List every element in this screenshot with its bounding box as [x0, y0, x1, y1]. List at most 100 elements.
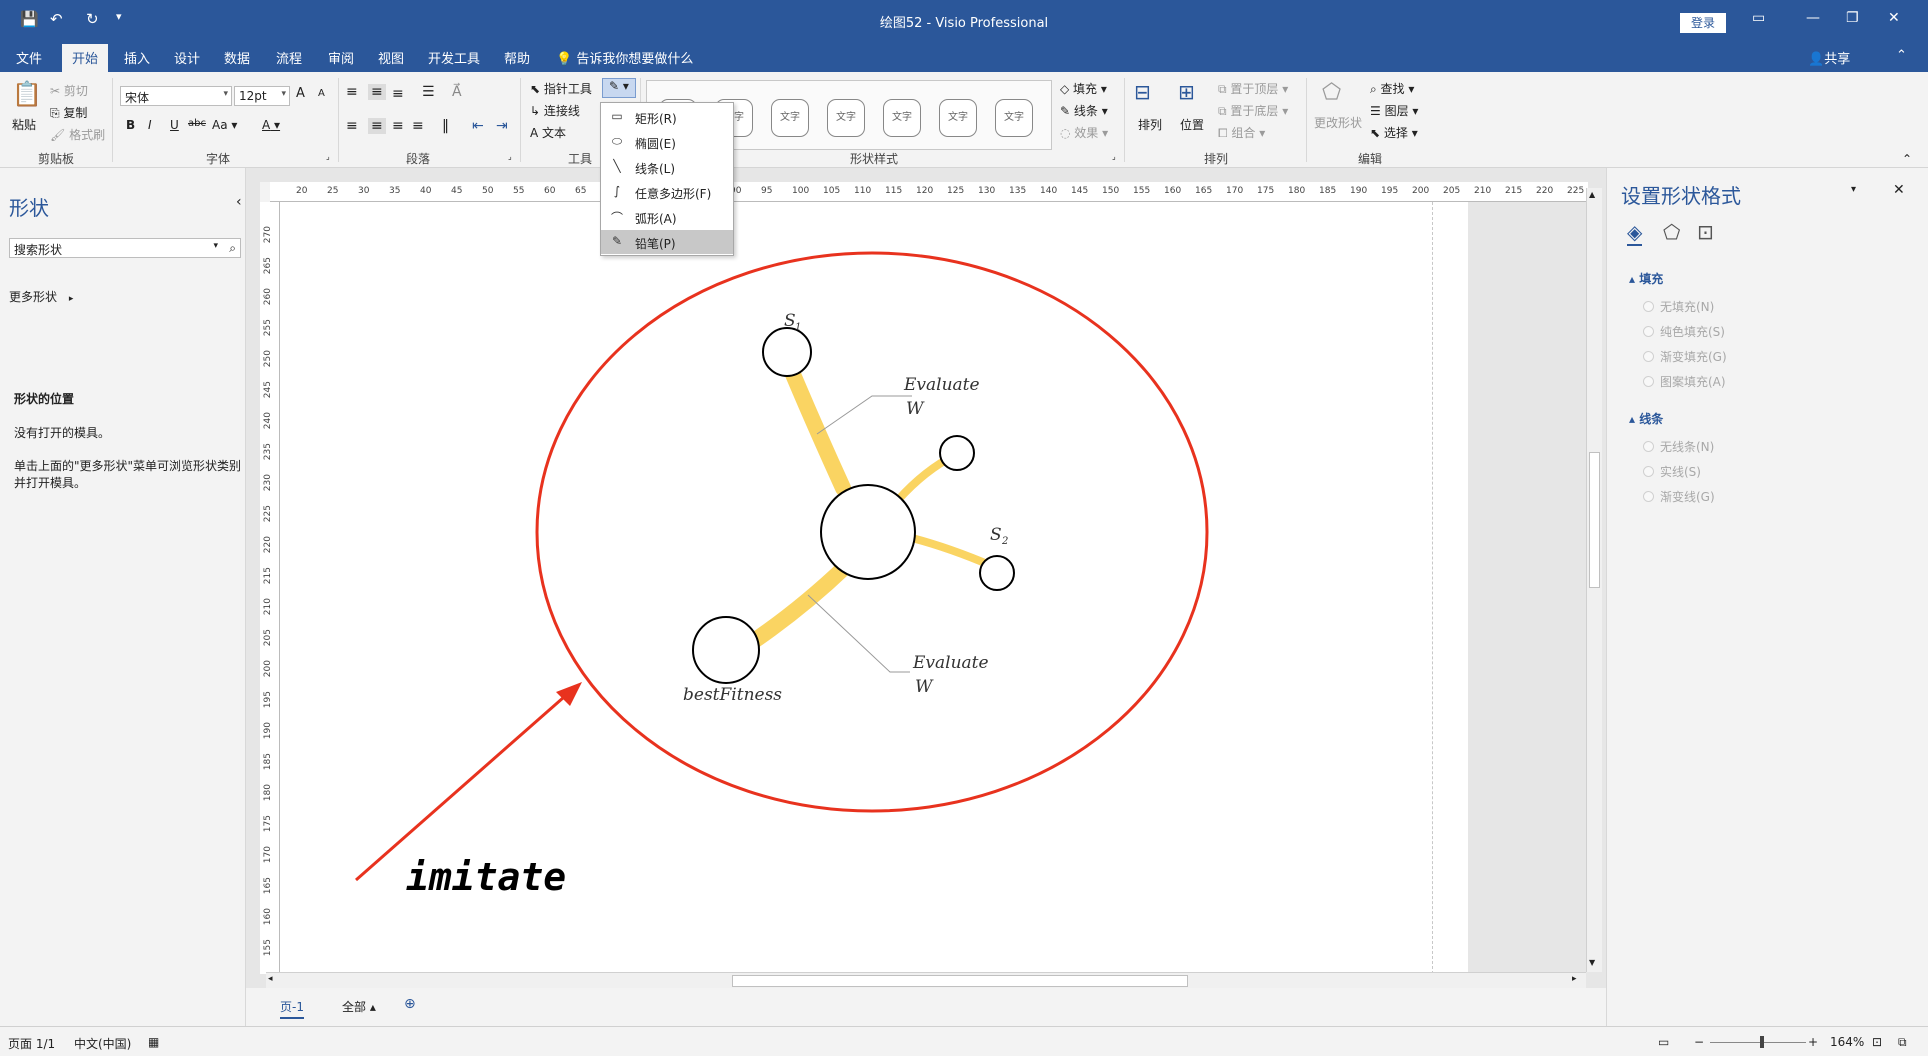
scroll-down-icon[interactable]: ▼ — [1589, 958, 1595, 967]
effects-button[interactable]: ◌ 效果 ▾ — [1060, 124, 1108, 141]
tab-file[interactable]: 文件 — [16, 48, 42, 67]
scroll-up-icon[interactable]: ▲ — [1589, 190, 1595, 199]
align-right-icon[interactable]: ≡ — [392, 118, 404, 134]
no-line-option[interactable]: 无线条(N) — [1643, 438, 1714, 455]
vertical-scroll-thumb[interactable] — [1589, 452, 1600, 588]
solid-fill-option[interactable]: 纯色填充(S) — [1643, 323, 1725, 340]
style-thumb[interactable]: 文字 — [995, 99, 1033, 137]
group-button[interactable]: ⧠ 组合 ▾ — [1218, 124, 1265, 141]
more-shapes-menu[interactable]: 更多形状 ▸ — [9, 288, 73, 305]
dialog-launcher-icon[interactable]: ⌟ — [508, 152, 512, 161]
fit-page-icon[interactable]: ⊡ — [1872, 1035, 1882, 1049]
style-thumb[interactable]: 文字 — [939, 99, 977, 137]
solid-line-option[interactable]: 实线(S) — [1643, 463, 1701, 480]
search-icon[interactable]: ⌕ — [229, 241, 236, 256]
select-button[interactable]: ⬉ 选择 ▾ — [1370, 124, 1418, 141]
align-middle-icon[interactable]: ≡ — [368, 84, 386, 100]
presentation-mode-icon[interactable]: ▭ — [1658, 1035, 1669, 1049]
text-direction-icon[interactable]: A⃗ — [452, 84, 462, 100]
layers-button[interactable]: ☰ 图层 ▾ — [1370, 102, 1418, 119]
fill-button[interactable]: ◇ 填充 ▾ — [1060, 80, 1107, 97]
find-button[interactable]: ⌕ 查找 ▾ — [1370, 80, 1414, 97]
grow-font-button[interactable]: A — [296, 86, 305, 101]
tab-review[interactable]: 审阅 — [328, 48, 354, 67]
spacing-icon[interactable]: ‖ — [442, 118, 449, 134]
zoom-slider[interactable] — [1710, 1042, 1806, 1043]
scroll-right-icon[interactable]: ▸ — [1572, 974, 1577, 984]
format-painter-button[interactable]: 🖌 格式刷 — [50, 126, 105, 143]
size-properties-icon[interactable]: ⊡ — [1697, 220, 1714, 244]
menu-item-arc[interactable]: ⌒ 弧形(A) — [601, 205, 733, 229]
gradient-fill-option[interactable]: 渐变填充(G) — [1643, 348, 1727, 365]
menu-item-ellipse[interactable]: ⬭ 椭圆(E) — [601, 130, 733, 154]
macro-icon[interactable]: ▦ — [148, 1035, 159, 1049]
italic-button[interactable]: I — [148, 118, 152, 132]
tab-view[interactable]: 视图 — [378, 48, 404, 67]
change-shape-button[interactable]: 更改形状 — [1314, 114, 1362, 131]
page-tab-1[interactable]: 页-1 — [280, 998, 304, 1019]
pointer-tool-button[interactable]: ⬉ 指针工具 — [530, 80, 592, 97]
style-thumb[interactable]: 文字 — [883, 99, 921, 137]
tell-me-search[interactable]: 💡 告诉我你想要做什么 — [556, 48, 693, 67]
menu-item-line[interactable]: ╲ 线条(L) — [601, 155, 733, 179]
align-bottom-icon[interactable]: ≡ — [392, 86, 404, 102]
add-page-icon[interactable]: ⊕ — [404, 996, 416, 1012]
restore-icon[interactable]: ❐ — [1846, 10, 1859, 26]
tab-help[interactable]: 帮助 — [504, 48, 530, 67]
collapse-ribbon-icon[interactable]: ⌃ — [1902, 152, 1912, 166]
zoom-level[interactable]: 164% — [1830, 1035, 1864, 1049]
share-button[interactable]: 👤共享 — [1808, 48, 1850, 67]
language-indicator[interactable]: 中文(中国) — [74, 1035, 131, 1052]
change-shape-icon[interactable]: ⬠ — [1322, 80, 1341, 105]
close-icon[interactable]: ✕ — [1888, 10, 1900, 26]
copy-button[interactable]: ⎘ 复制 — [50, 104, 87, 121]
horizontal-scroll-thumb[interactable] — [732, 975, 1188, 987]
connector-button[interactable]: ↳ 连接线 — [530, 102, 580, 119]
tab-developer[interactable]: 开发工具 — [428, 48, 480, 67]
page-indicator[interactable]: 页面 1/1 — [8, 1035, 55, 1052]
font-color-button[interactable]: A ▾ — [262, 118, 280, 132]
align-top-icon[interactable]: ≡ — [346, 84, 358, 100]
drawing-page[interactable] — [280, 202, 1468, 974]
login-button[interactable]: 登录 — [1680, 13, 1726, 33]
no-fill-option[interactable]: 无填充(N) — [1643, 298, 1714, 315]
tab-home[interactable]: 开始 — [62, 44, 109, 72]
pattern-fill-option[interactable]: 图案填充(A) — [1643, 373, 1726, 390]
scroll-left-icon[interactable]: ◂ — [268, 974, 273, 984]
dialog-launcher-icon[interactable]: ⌟ — [326, 152, 330, 161]
change-case-button[interactable]: Aa ▾ — [212, 118, 237, 132]
shrink-font-button[interactable]: A — [318, 88, 325, 99]
dialog-launcher-icon[interactable]: ⌟ — [1112, 152, 1116, 161]
switch-windows-icon[interactable]: ⧉ — [1898, 1035, 1907, 1050]
arrange-icon[interactable]: ⊟ — [1134, 80, 1151, 104]
font-family-select[interactable]: 宋体 ▾ — [120, 86, 232, 106]
justify-icon[interactable]: ≡ — [412, 118, 424, 134]
menu-item-pencil[interactable]: ✎ 铅笔(P) — [601, 230, 733, 254]
zoom-out-icon[interactable]: − — [1694, 1035, 1704, 1049]
menu-item-freeform[interactable]: ∫ 任意多边形(F) — [601, 180, 733, 204]
collapse-icon[interactable]: ⌃ — [1896, 48, 1907, 63]
paste-button[interactable]: 粘贴 — [12, 116, 36, 133]
decrease-indent-icon[interactable]: ⇤ — [472, 118, 484, 134]
tab-data[interactable]: 数据 — [224, 48, 250, 67]
menu-item-rectangle[interactable]: ▭ 矩形(R) — [601, 105, 733, 129]
style-thumb[interactable]: 文字 — [827, 99, 865, 137]
style-thumb[interactable]: 文字 — [771, 99, 809, 137]
bullets-icon[interactable]: ☰ — [422, 84, 435, 100]
tab-process[interactable]: 流程 — [276, 48, 302, 67]
pane-options-icon[interactable]: ▾ — [1851, 184, 1856, 195]
align-center-icon[interactable]: ≡ — [368, 118, 386, 134]
text-tool-button[interactable]: A 文本 — [530, 124, 566, 141]
bring-to-front-button[interactable]: ⧉ 置于顶层 ▾ — [1218, 80, 1288, 97]
zoom-in-icon[interactable]: + — [1808, 1035, 1818, 1049]
underline-button[interactable]: U — [170, 118, 179, 132]
tab-insert[interactable]: 插入 — [124, 48, 150, 67]
font-size-select[interactable]: 12pt ▾ — [234, 86, 290, 106]
line-button[interactable]: ✎ 线条 ▾ — [1060, 102, 1108, 119]
strikethrough-button[interactable]: abc — [188, 118, 206, 129]
drawing-tools-dropdown[interactable]: ✎ ▾ — [602, 78, 636, 98]
cut-button[interactable]: ✂ 剪切 — [50, 82, 88, 99]
gradient-line-option[interactable]: 渐变线(G) — [1643, 488, 1715, 505]
close-pane-icon[interactable]: ✕ — [1893, 182, 1905, 198]
vertical-scrollbar[interactable]: ▲ ▼ — [1586, 188, 1602, 972]
